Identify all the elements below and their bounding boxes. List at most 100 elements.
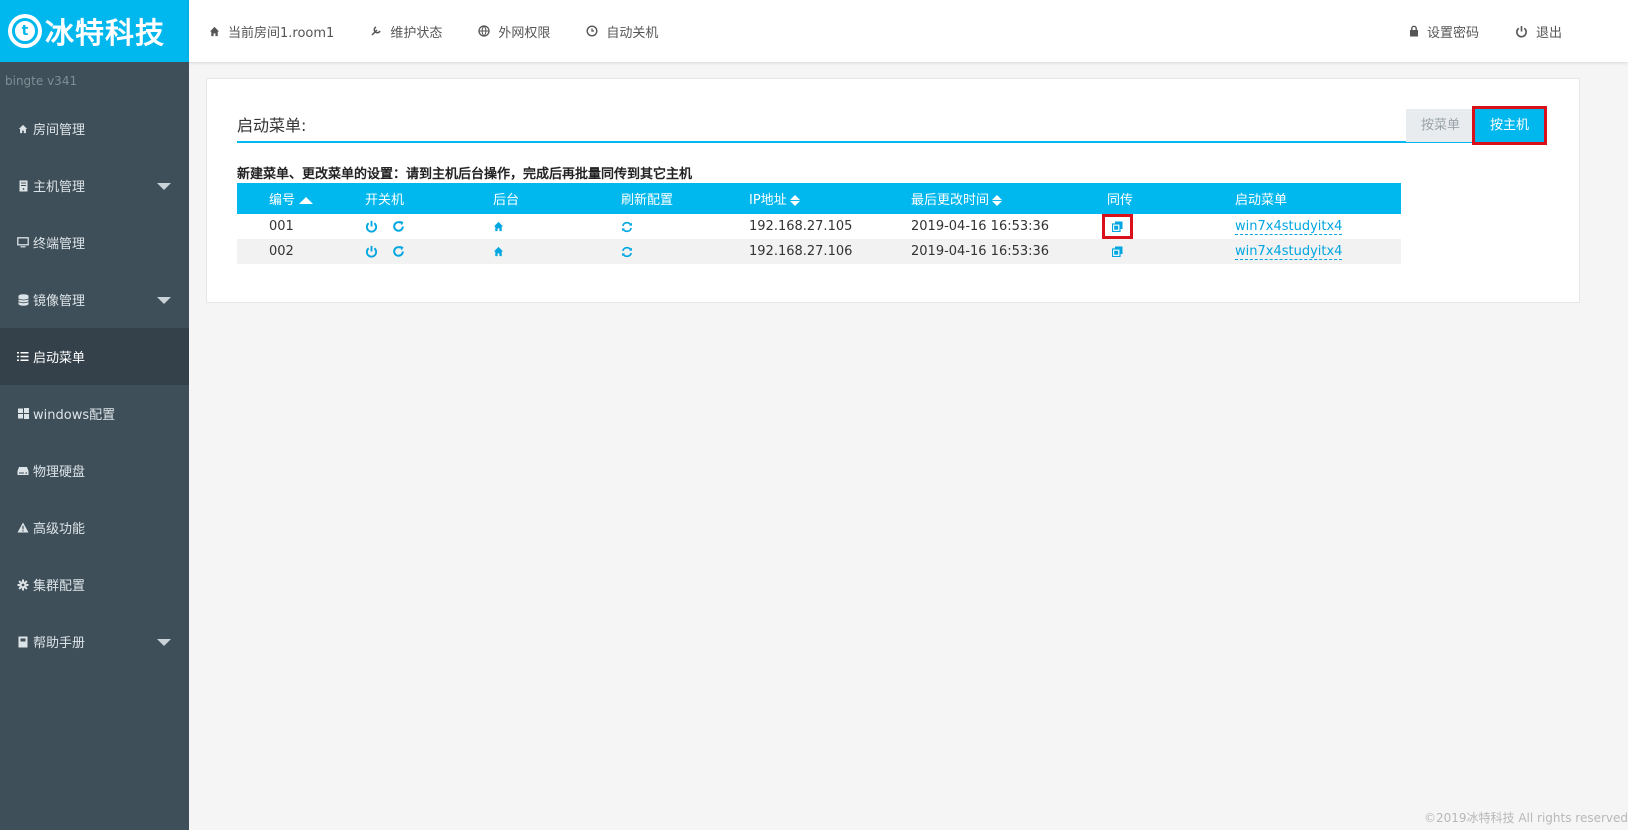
database-icon bbox=[16, 293, 30, 306]
restart-icon[interactable] bbox=[392, 245, 405, 258]
refresh-icon[interactable] bbox=[621, 246, 633, 258]
column-header-time[interactable]: 最后更改时间 bbox=[911, 183, 1107, 214]
column-header-label: 最后更改时间 bbox=[911, 193, 990, 208]
cell-refresh bbox=[621, 214, 749, 239]
home-icon[interactable] bbox=[493, 246, 504, 257]
top-nav-auto-shutdown[interactable]: 自动关机 bbox=[586, 22, 658, 41]
table-header-row: 编号 开关机 后台 刷新配置 IP地址 最后更改时间 同传 启动菜单 bbox=[237, 183, 1401, 214]
column-header-label: 编号 bbox=[269, 193, 296, 208]
power-icon bbox=[1516, 25, 1527, 37]
hosts-table: 编号 开关机 后台 刷新配置 IP地址 最后更改时间 同传 启动菜单 001 1… bbox=[237, 183, 1401, 264]
sidebar-item-advanced[interactable]: 高级功能 bbox=[0, 499, 189, 556]
sidebar-item-hosts[interactable]: 主机管理 bbox=[0, 157, 189, 214]
top-nav-label: 设置密码 bbox=[1426, 25, 1479, 41]
top-nav-maintenance[interactable]: 维护状态 bbox=[370, 22, 442, 41]
sidebar-item-label: 物理硬盘 bbox=[33, 465, 86, 480]
harddisk-icon bbox=[16, 466, 30, 476]
refresh-icon[interactable] bbox=[621, 221, 633, 233]
home-icon bbox=[16, 124, 30, 134]
column-header-label: 后台 bbox=[493, 193, 520, 208]
column-header-ip[interactable]: IP地址 bbox=[749, 183, 911, 214]
power-icon[interactable] bbox=[365, 220, 378, 233]
top-nav-label: 维护状态 bbox=[390, 25, 443, 41]
top-bar: 当前房间1.room1 维护状态 外网权限 自动关机 设置密码 退出 bbox=[189, 0, 1628, 62]
globe-icon bbox=[478, 25, 490, 37]
column-header-label: 同传 bbox=[1107, 193, 1134, 208]
sidebar-item-label: 集群配置 bbox=[33, 579, 86, 594]
by-menu-button[interactable]: 按菜单 bbox=[1406, 109, 1476, 142]
title-underline bbox=[237, 141, 1537, 143]
sidebar-item-label: 主机管理 bbox=[33, 180, 86, 195]
wrench-icon bbox=[371, 26, 381, 36]
list-icon bbox=[16, 351, 30, 362]
cell-boot-menu: win7x4studyitx4 bbox=[1235, 214, 1401, 239]
boot-menu-link[interactable]: win7x4studyitx4 bbox=[1235, 219, 1343, 235]
sidebar-item-physical-disk[interactable]: 物理硬盘 bbox=[0, 442, 189, 499]
top-nav-label: 当前房间1.room1 bbox=[228, 25, 335, 41]
chevron-down-icon bbox=[157, 297, 171, 304]
logout-link[interactable]: 退出 bbox=[1515, 22, 1562, 41]
chevron-down-icon bbox=[157, 183, 171, 190]
column-header-refresh: 刷新配置 bbox=[621, 183, 749, 214]
cell-boot-menu: win7x4studyitx4 bbox=[1235, 239, 1401, 264]
home-icon bbox=[209, 26, 220, 36]
sidebar-item-label: 终端管理 bbox=[33, 237, 86, 252]
column-header-label: IP地址 bbox=[749, 193, 787, 208]
table-row: 002 192.168.27.106 2019-04-16 16:53:36 w… bbox=[237, 239, 1401, 264]
sidebar-item-help[interactable]: 帮助手册 bbox=[0, 613, 189, 670]
top-nav-label: 退出 bbox=[1535, 25, 1562, 41]
restart-icon[interactable] bbox=[392, 220, 405, 233]
boot-menu-panel: 启动菜单: 按菜单 按主机 新建菜单、更改菜单的设置：请到主机后台操作，完成后再… bbox=[206, 78, 1580, 303]
brand-name: 冰特科技 bbox=[45, 16, 166, 50]
sort-icon bbox=[789, 195, 800, 206]
chevron-down-icon bbox=[157, 639, 171, 646]
cell-sync bbox=[1102, 214, 1235, 239]
column-header-sync: 同传 bbox=[1107, 183, 1235, 214]
sync-icon[interactable] bbox=[1112, 246, 1123, 257]
brand-logo: t 冰特科技 bbox=[0, 0, 189, 62]
notice-text: 新建菜单、更改菜单的设置：请到主机后台操作，完成后再批量同传到其它主机 bbox=[237, 167, 693, 182]
brand-badge-letter: t bbox=[12, 18, 38, 44]
column-header-label: 刷新配置 bbox=[621, 193, 674, 208]
column-header-boot-menu: 启动菜单 bbox=[1235, 183, 1401, 214]
sidebar-item-rooms[interactable]: 房间管理 bbox=[0, 100, 189, 157]
top-nav-left: 当前房间1.room1 维护状态 外网权限 自动关机 bbox=[189, 0, 694, 62]
sort-asc-icon bbox=[299, 197, 314, 204]
boot-menu-link[interactable]: win7x4studyitx4 bbox=[1235, 244, 1343, 260]
cell-backend bbox=[493, 239, 621, 264]
cell-backend bbox=[493, 214, 621, 239]
cell-power bbox=[365, 214, 493, 239]
sidebar-item-images[interactable]: 镜像管理 bbox=[0, 271, 189, 328]
sort-icon bbox=[992, 195, 1003, 206]
power-icon[interactable] bbox=[365, 245, 378, 258]
sync-icon[interactable] bbox=[1112, 221, 1123, 232]
top-nav-internet-access[interactable]: 外网权限 bbox=[478, 22, 550, 41]
cell-power bbox=[365, 239, 493, 264]
top-nav-current-room[interactable]: 当前房间1.room1 bbox=[209, 22, 334, 41]
cell-time: 2019-04-16 16:53:36 bbox=[911, 239, 1107, 264]
sidebar-item-cluster[interactable]: 集群配置 bbox=[0, 556, 189, 613]
column-header-backend: 后台 bbox=[493, 183, 621, 214]
cell-sync bbox=[1107, 239, 1235, 264]
sidebar-item-label: windows配置 bbox=[33, 408, 116, 423]
page-title: 启动菜单: bbox=[237, 116, 307, 135]
windows-icon bbox=[16, 408, 30, 419]
gear-icon bbox=[16, 579, 30, 591]
column-header-label: 启动菜单 bbox=[1235, 193, 1288, 208]
server-icon bbox=[16, 180, 30, 192]
version-label: bingte v341 bbox=[5, 74, 78, 88]
column-header-power: 开关机 bbox=[365, 183, 493, 214]
sidebar: bingte v341 房间管理 主机管理 终端管理 镜像管理 启动菜单 win… bbox=[0, 62, 189, 830]
warning-icon bbox=[16, 522, 30, 533]
sidebar-item-windows-config[interactable]: windows配置 bbox=[0, 385, 189, 442]
cell-id: 002 bbox=[237, 239, 365, 264]
column-header-id[interactable]: 编号 bbox=[237, 183, 365, 214]
home-icon[interactable] bbox=[493, 221, 504, 232]
sidebar-item-boot-menu[interactable]: 启动菜单 bbox=[0, 328, 189, 385]
by-host-button[interactable]: 按主机 bbox=[1472, 106, 1548, 145]
sidebar-item-label: 帮助手册 bbox=[33, 636, 86, 651]
sidebar-item-terminals[interactable]: 终端管理 bbox=[0, 214, 189, 271]
top-nav-right: 设置密码 退出 bbox=[1373, 22, 1628, 41]
lock-icon bbox=[1409, 25, 1418, 37]
set-password-link[interactable]: 设置密码 bbox=[1409, 22, 1479, 41]
